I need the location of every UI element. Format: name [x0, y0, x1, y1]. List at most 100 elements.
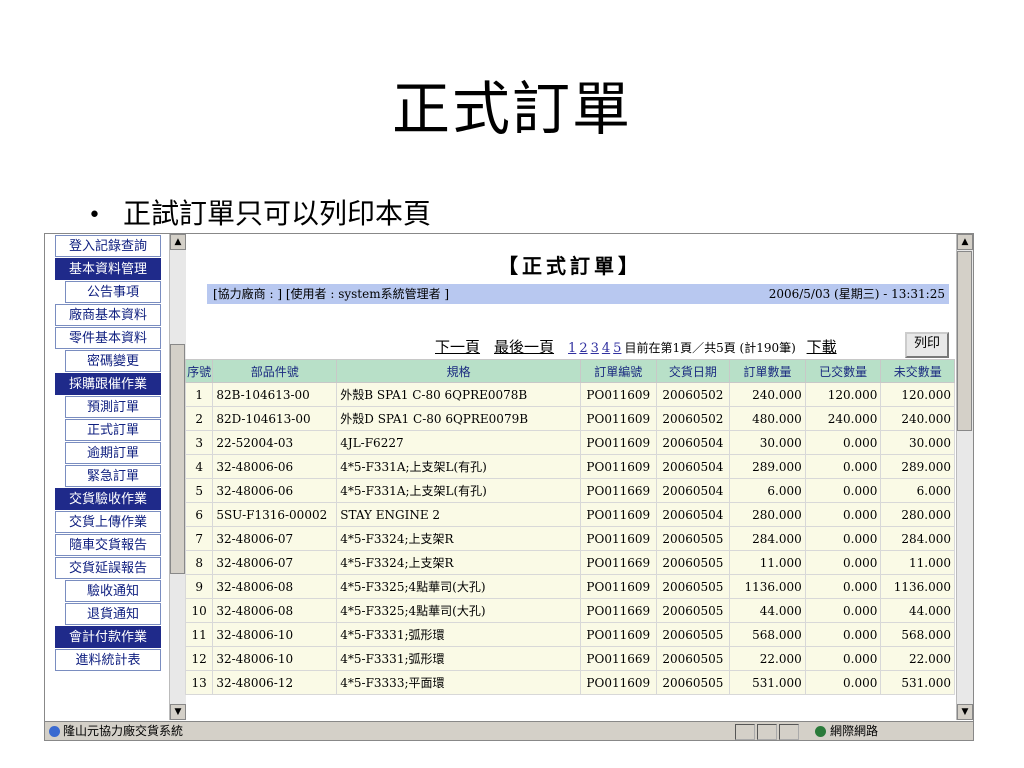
sidebar-section-header[interactable]: 基本資料管理 — [55, 258, 161, 280]
sidebar-item[interactable]: 退貨通知 — [65, 603, 161, 625]
sidebar-item[interactable]: 驗收通知 — [65, 580, 161, 602]
sidebar-item[interactable]: 隨車交貨報告 — [55, 534, 161, 556]
table-row: 2 82D-104613-00 外殼D SPA1 C-80 6QPRE0079B PO… — [185, 406, 955, 431]
sidebar-item[interactable]: 交貨延誤報告 — [55, 557, 161, 579]
pagination: 下一頁 最後一頁 1 2 3 4 5 目前在第1頁／共5頁 (計190筆) 下載 — [435, 336, 851, 357]
sidebar-item[interactable]: 登入記錄查詢 — [55, 235, 161, 257]
table-cell: PO011609 — [579, 382, 657, 407]
table-cell: 0.000 — [804, 622, 882, 647]
table-cell: 20060505 — [655, 526, 731, 551]
column-header: 規格 — [336, 359, 581, 383]
browser-window: 登入記錄查詢 基本資料管理 公告事項 廠商基本資料 零件基本資料 密碼變更 採購跟催作業 預測… — [44, 233, 974, 741]
table-row: 5 32-48006-06 4*5-F331A;上支架L(有孔) PO011669 20… — [185, 478, 955, 503]
sidebar-section-header[interactable]: 交貨驗收作業 — [55, 488, 161, 510]
page-number-link[interactable]: 3 — [591, 341, 599, 356]
table-cell: 32-48006-08 — [212, 574, 338, 599]
table-cell: 4JL-F6227 — [336, 430, 581, 455]
table-cell: 2 — [185, 406, 214, 431]
table-row: 10 32-48006-08 4*5-F3325;4點華司(大孔) PO011669 2… — [185, 598, 955, 623]
table-cell: PO011669 — [579, 478, 657, 503]
table-cell: 7 — [185, 526, 214, 551]
table-cell: 20060504 — [655, 478, 731, 503]
bullet-dot-icon: • — [88, 203, 101, 228]
page-scroll-thumb[interactable] — [957, 251, 972, 431]
table-cell: 0.000 — [804, 646, 882, 671]
sidebar-item[interactable]: 公告事項 — [65, 281, 161, 303]
scroll-down-arrow-icon[interactable]: ▼ — [957, 704, 973, 720]
table-cell: 20060505 — [655, 574, 731, 599]
page-number-link[interactable]: 5 — [613, 341, 621, 356]
page-number-link[interactable]: 1 — [568, 341, 576, 356]
table-cell: 0.000 — [804, 430, 882, 455]
sidebar-section-header[interactable]: 採購跟催作業 — [55, 373, 161, 395]
download-link[interactable]: 下載 — [807, 338, 837, 356]
sidebar-item[interactable]: 廠商基本資料 — [55, 304, 161, 326]
table-cell: PO011669 — [579, 550, 657, 575]
table-cell: PO011609 — [579, 622, 657, 647]
sidebar-item[interactable]: 逾期訂單 — [65, 442, 161, 464]
table-cell: 30.000 — [880, 430, 955, 455]
table-cell: 240.000 — [804, 406, 882, 431]
table-cell: 0.000 — [804, 598, 882, 623]
table-cell: PO011609 — [579, 430, 657, 455]
table-cell: 4*5-F3331;弧形環 — [336, 646, 581, 671]
print-button[interactable]: 列印 — [905, 332, 949, 358]
sidebar-scrollbar[interactable]: ▲ ▼ — [169, 234, 186, 720]
table-cell: 4*5-F3324;上支架R — [336, 550, 581, 575]
table-cell: 20060504 — [655, 430, 731, 455]
sidebar-item[interactable]: 密碼變更 — [65, 350, 161, 372]
table-cell: 120.000 — [880, 382, 955, 407]
sidebar-section-header[interactable]: 會計付款作業 — [55, 626, 161, 648]
sidebar-scroll-thumb[interactable] — [170, 344, 185, 574]
sidebar-item[interactable]: 正式訂單 — [65, 419, 161, 441]
info-bar: [協力廠商 : ] [使用者 : system系統管理者 ] 2006/5/03… — [207, 284, 949, 304]
user-info: [協力廠商 : ] [使用者 : system系統管理者 ] — [213, 287, 450, 301]
page-number-link[interactable]: 4 — [602, 341, 610, 356]
table-cell: 32-48006-12 — [212, 670, 338, 695]
table-cell: 32-48006-10 — [212, 622, 338, 647]
sidebar-item[interactable]: 緊急訂單 — [65, 465, 161, 487]
column-header: 已交數量 — [804, 359, 882, 383]
table-cell: 20060505 — [655, 622, 731, 647]
column-header: 交貨日期 — [655, 359, 731, 383]
sidebar-item[interactable]: 預測訂單 — [65, 396, 161, 418]
table-cell: 6.000 — [880, 478, 955, 503]
table-cell: 568.000 — [729, 622, 806, 647]
scroll-up-arrow-icon[interactable]: ▲ — [957, 234, 973, 250]
table-cell: 280.000 — [880, 502, 955, 527]
scroll-down-arrow-icon[interactable]: ▼ — [170, 704, 186, 720]
next-page-link[interactable]: 下一頁 — [435, 338, 480, 356]
page-number-link[interactable]: 2 — [579, 341, 587, 356]
table-cell: 20060504 — [655, 454, 731, 479]
table-row: 11 32-48006-10 4*5-F3331;弧形環 PO011609 200605… — [185, 622, 955, 647]
sidebar-item[interactable]: 交貨上傳作業 — [55, 511, 161, 533]
table-cell: 5SU-F1316-00002 — [212, 502, 338, 527]
table-cell: 240.000 — [729, 382, 806, 407]
status-text: 隆山元協力廠交貨系統 — [63, 724, 184, 738]
table-cell: 13 — [185, 670, 214, 695]
table-cell: 12 — [185, 646, 214, 671]
table-cell: 11.000 — [880, 550, 955, 575]
page-scrollbar[interactable]: ▲ ▼ — [956, 234, 973, 720]
table-cell: 4*5-F3325;4點華司(大孔) — [336, 598, 581, 623]
table-cell: 4*5-F3324;上支架R — [336, 526, 581, 551]
table-cell: 82D-104613-00 — [212, 406, 338, 431]
status-cell — [757, 724, 777, 740]
table-cell: 4*5-F3325;4點華司(大孔) — [336, 574, 581, 599]
status-cell — [779, 724, 799, 740]
last-page-link[interactable]: 最後一頁 — [494, 338, 554, 356]
sidebar-item[interactable]: 零件基本資料 — [55, 327, 161, 349]
sidebar-menu: 登入記錄查詢 基本資料管理 公告事項 廠商基本資料 零件基本資料 密碼變更 採購跟催作業 預測… — [47, 234, 167, 720]
table-cell: PO011609 — [579, 406, 657, 431]
table-cell: 289.000 — [729, 454, 806, 479]
status-bar: 隆山元協力廠交貨系統 網際網路 — [45, 721, 973, 740]
table-cell: 6 — [185, 502, 214, 527]
scroll-up-arrow-icon[interactable]: ▲ — [170, 234, 186, 250]
table-row: 4 32-48006-06 4*5-F331A;上支架L(有孔) PO011609 20… — [185, 454, 955, 479]
table-cell: 44.000 — [729, 598, 806, 623]
table-cell: 20060502 — [655, 382, 731, 407]
form-title: 【正式訂單】 — [498, 254, 642, 278]
sidebar-item[interactable]: 進料統計表 — [55, 649, 161, 671]
table-cell: 32-48006-07 — [212, 550, 338, 575]
table-cell: 9 — [185, 574, 214, 599]
